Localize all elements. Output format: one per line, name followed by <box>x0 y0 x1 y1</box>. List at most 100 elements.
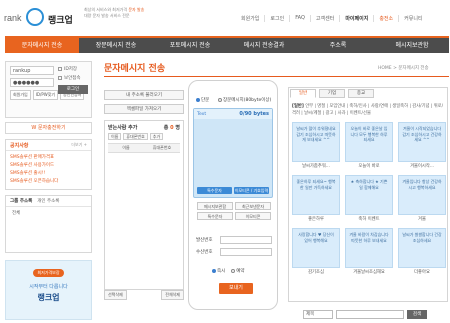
tagline-line1: 최상의 서비스와 최저가격 <box>84 7 128 12</box>
radio-sms[interactable]: 단문 <box>196 97 209 103</box>
logo-mark-icon <box>26 8 44 26</box>
send-mode: 즉시 예약 <box>212 268 245 274</box>
special-chars-button[interactable]: 특수문자 <box>197 187 232 194</box>
link-community[interactable]: 커뮤니티 <box>399 15 427 22</box>
template-search: 제목 검색 <box>303 310 427 319</box>
receiver-input[interactable] <box>220 248 272 256</box>
recipient-list: 받는사람 추가 총 0 명 이름 휴대폰번호 추가 이름 휴대폰번호 <box>104 120 184 290</box>
template-card[interactable]: 겨울입니다 항상 건강하시고 행복하세요 겨울 <box>398 175 446 222</box>
link-faq[interactable]: FAQ <box>290 15 311 22</box>
link-login[interactable]: 로그인 <box>265 15 291 22</box>
template-card[interactable]: 좋은하루 되세요~ 행복한 일만 가득하세요 좋은하루 <box>292 175 340 222</box>
tab-group-addressbook[interactable]: 그룹 주소록 <box>10 198 32 204</box>
add-recipient-button[interactable]: 추가 <box>149 133 164 140</box>
ad-brand: 랭크업 <box>37 293 60 302</box>
title-divider <box>104 76 449 77</box>
secure-checkbox[interactable]: 보안접속 <box>58 75 81 81</box>
search-input[interactable] <box>336 310 404 319</box>
radio-send-now[interactable]: 즉시 <box>212 268 225 274</box>
link-support[interactable]: 고객센터 <box>311 15 341 22</box>
template-tabs: 일반 기업 종교 <box>290 89 374 98</box>
emoticon-button[interactable]: 이모티콘 / 기호입력 <box>234 187 269 194</box>
template-card[interactable]: 겨울 바람이 차갑습니다 따뜻한 하루 보내세요 겨울날씨조심해요 <box>345 228 393 275</box>
ad-line: 시작부터 다릅니다 <box>29 284 68 290</box>
checkbox-icon <box>58 75 62 80</box>
option-recent[interactable]: 최근보낸문자 <box>235 202 271 210</box>
tab-religion[interactable]: 종교 <box>348 89 374 98</box>
charge-button[interactable]: W 문자충전하기 <box>5 122 92 134</box>
password-input[interactable] <box>10 78 54 87</box>
template-categories[interactable]: [일반] 안부 | 명절 | 모임안내 | 축하/인사 | 사랑/연애 | 생일… <box>292 103 446 117</box>
tab-business[interactable]: 기업 <box>319 89 345 98</box>
recipient-title: 받는사람 추가 <box>108 125 138 131</box>
nav-storage[interactable]: 메시지보관함 <box>375 38 449 53</box>
group-item-all[interactable]: 전체 <box>6 207 91 219</box>
name-input[interactable]: 이름 <box>108 133 122 140</box>
notice-item[interactable]: SMS솔루션 사용가이드 <box>10 162 87 170</box>
notice-title: 공지사항 <box>10 142 29 149</box>
radio-on-icon <box>212 268 216 273</box>
notice-item[interactable]: SMS솔루션 출시!! <box>10 170 87 178</box>
id-input[interactable] <box>10 66 54 75</box>
template-card[interactable]: 사랑합니다 ♥ 당신이 있어 행복해요 감기조심 <box>292 228 340 275</box>
template-grid: 날씨가 많이 추워졌네요 감기 조심하시고 따뜻하게 보내세요 ^^ 날씨가좀추워… <box>292 122 446 275</box>
notice-more-link[interactable]: 더보기 + <box>71 142 87 148</box>
secure-label: 보안접속 <box>64 76 81 81</box>
phone-options: 메시지보관함 최근보낸문자 특수문자 이모티콘 <box>197 202 271 220</box>
template-card[interactable]: ★ 축하합니다 ★ 기쁜 일 함께해요 축하 이벤트 <box>345 175 393 222</box>
link-charge[interactable]: 충전소 <box>374 15 400 22</box>
tagline-highlight: 문자 발송 <box>128 7 145 12</box>
link-mypage[interactable]: 마이페이지 <box>340 15 375 22</box>
send-button[interactable]: 보내기 <box>219 283 253 294</box>
find-idpw-link[interactable]: ID/PW찾기 <box>32 90 59 100</box>
save-id-checkbox[interactable]: ID저장 <box>58 66 77 72</box>
sender-field: 발신번호 <box>196 236 272 244</box>
search-select[interactable]: 제목 <box>303 310 333 319</box>
col-name: 이름 <box>122 145 130 150</box>
checkbox-icon <box>58 66 62 71</box>
login-button[interactable]: 로그인 <box>58 85 88 94</box>
message-screen[interactable]: Text 0/90 bytes 특수문자 이모티콘 / 기호입력 <box>193 108 273 198</box>
main-nav: 문자메시지 전송 장문메시지 전송 포토메시지 전송 메시지 전송결과 주소록 … <box>5 36 449 53</box>
logo-prefix: rank <box>4 13 22 23</box>
login-box: ID저장 보안접속 로그인 회원가입 ID/PW찾기 공인인증서 <box>5 61 92 118</box>
tab-general[interactable]: 일반 <box>290 89 316 98</box>
template-card[interactable]: 날씨가 쌀쌀합니다 건강 조심하세요 더좋아요 <box>398 228 446 275</box>
delete-all-button[interactable]: 전체삭제 <box>161 290 184 300</box>
template-card[interactable]: 겨울이 시작되었습니다 감기 조심하시고 건강하세요 ^^ 겨울이시작... <box>398 122 446 169</box>
nav-sms[interactable]: 문자메시지 전송 <box>5 38 79 53</box>
nav-addressbook[interactable]: 주소록 <box>301 38 375 53</box>
radio-lms[interactable]: 장문메시지(80byte이상) <box>218 97 271 103</box>
link-join[interactable]: 회원가입 <box>236 15 266 22</box>
option-storage[interactable]: 메시지보관함 <box>197 202 233 210</box>
logo[interactable]: rank 랭크업 <box>4 5 74 27</box>
nav-mms[interactable]: 포토메시지 전송 <box>153 38 227 53</box>
nav-lms[interactable]: 장문메시지 전송 <box>79 38 153 53</box>
radio-send-reserve[interactable]: 예약 <box>231 268 245 274</box>
nav-results[interactable]: 메시지 전송결과 <box>227 38 301 53</box>
sender-input[interactable] <box>220 236 272 244</box>
delete-selected-button[interactable]: 선택삭제 <box>104 290 127 300</box>
sidebar: ID저장 보안접속 로그인 회원가입 ID/PW찾기 공인인증서 W 문자충전하… <box>5 61 92 320</box>
notice-item[interactable]: SMS솔루션 오픈하습니다 <box>10 178 87 186</box>
join-link[interactable]: 회원가입 <box>10 90 31 100</box>
sender-label: 발신번호 <box>196 238 213 243</box>
tagline-line2: 대량 문자 발송 서비스 전문 <box>84 13 130 18</box>
receiver-field: 수신번호 <box>196 248 272 256</box>
tab-personal-addressbook[interactable]: 개인 주소록 <box>37 198 59 204</box>
top-links: 회원가입 로그인 FAQ 고객센터 마이페이지 충전소 커뮤니티 <box>236 15 428 22</box>
phone-input[interactable]: 휴대폰번호 <box>123 133 148 140</box>
template-card[interactable]: 오늘이 바로 좋은날 입니다 모두 행복한 하루 되세요 오늘이 바로 <box>345 122 393 169</box>
load-addressbook-button[interactable]: 내 주소록 불러오기 <box>104 90 184 100</box>
option-emoticon[interactable]: 이모티콘 <box>235 212 271 220</box>
ad-banner[interactable]: 최저가격보장 시작부터 다릅니다 랭크업 <box>5 260 92 320</box>
breadcrumb: HOME > 문자메시지 전송 <box>378 66 429 71</box>
template-card[interactable]: 날씨가 많이 추워졌네요 감기 조심하시고 따뜻하게 보내세요 ^^ 날씨가좀추워… <box>292 122 340 169</box>
notice-item[interactable]: SMS솔루션 판매가격표 <box>10 154 87 162</box>
import-excel-button[interactable]: 엑셀파일 가져오기 <box>104 104 184 114</box>
radio-off-icon <box>218 97 222 102</box>
screen-label: Text <box>197 111 207 117</box>
option-special[interactable]: 특수문자 <box>197 212 233 220</box>
search-button[interactable]: 검색 <box>407 310 427 319</box>
group-panel: 그룹 주소록 개인 주소록 전체 <box>5 195 92 253</box>
